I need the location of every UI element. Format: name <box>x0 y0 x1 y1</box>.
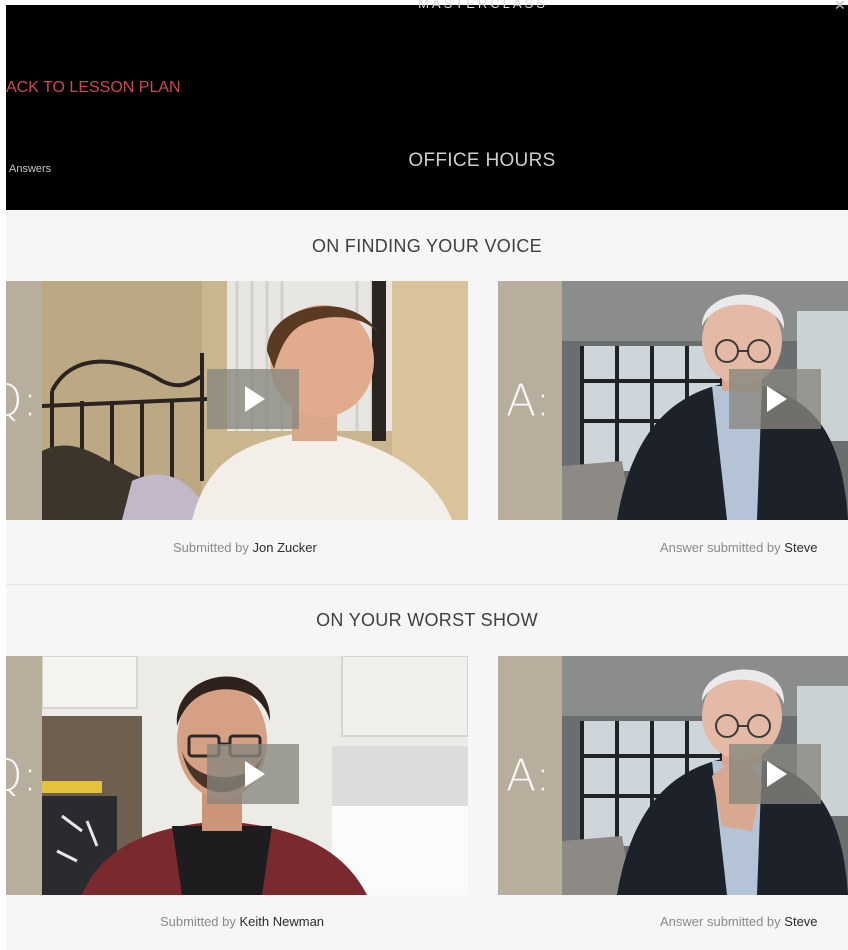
caption-prefix: Submitted by <box>160 914 236 929</box>
caption-prefix: Submitted by <box>173 540 249 555</box>
close-icon[interactable]: ✕ <box>834 0 848 12</box>
office-hours-page: MASTERCLASS ✕ ACK TO LESSON PLAN Answers… <box>0 0 848 950</box>
answer-caption: Answer submitted by Steve <box>660 540 818 555</box>
submitter-name[interactable]: Keith Newman <box>240 914 325 929</box>
answer-letter: A: <box>506 750 551 801</box>
question-letter-strip: Q: <box>6 656 42 895</box>
play-icon[interactable] <box>207 744 299 804</box>
office-hours-header: MASTERCLASS ✕ ACK TO LESSON PLAN Answers… <box>6 0 848 210</box>
question-caption: Submitted by Keith Newman <box>160 914 324 929</box>
question-letter: Q: <box>6 750 38 801</box>
question-letter-strip: Q: <box>6 281 42 520</box>
question-video-card[interactable]: Q: <box>6 281 468 520</box>
answer-letter-strip: A: <box>498 656 562 895</box>
submitter-name[interactable]: Steve <box>784 540 817 555</box>
question-video-card[interactable]: Q: <box>6 656 468 895</box>
answers-link[interactable]: Answers <box>9 163 51 175</box>
question-caption: Submitted by Jon Zucker <box>173 540 317 555</box>
answer-caption: Answer submitted by Steve <box>660 914 818 929</box>
answer-video-card[interactable]: A: <box>498 656 848 895</box>
question-letter: Q: <box>6 375 38 426</box>
caption-prefix: Answer submitted by <box>660 540 781 555</box>
caption-prefix: Answer submitted by <box>660 914 781 929</box>
brand-logo-text: MASTERCLASS <box>418 0 548 11</box>
submitter-name[interactable]: Steve <box>784 914 817 929</box>
play-icon[interactable] <box>729 744 821 804</box>
answer-letter: A: <box>506 375 551 426</box>
play-icon[interactable] <box>729 369 821 429</box>
answer-letter-strip: A: <box>498 281 562 520</box>
section-title: ON YOUR WORST SHOW <box>316 610 538 630</box>
section-title: ON FINDING YOUR VOICE <box>312 236 542 256</box>
submitter-name[interactable]: Jon Zucker <box>253 540 317 555</box>
answer-video-card[interactable]: A: <box>498 281 848 520</box>
back-to-lesson-plan-link[interactable]: ACK TO LESSON PLAN <box>6 79 181 97</box>
page-title: OFFICE HOURS <box>408 150 556 171</box>
play-icon[interactable] <box>207 369 299 429</box>
